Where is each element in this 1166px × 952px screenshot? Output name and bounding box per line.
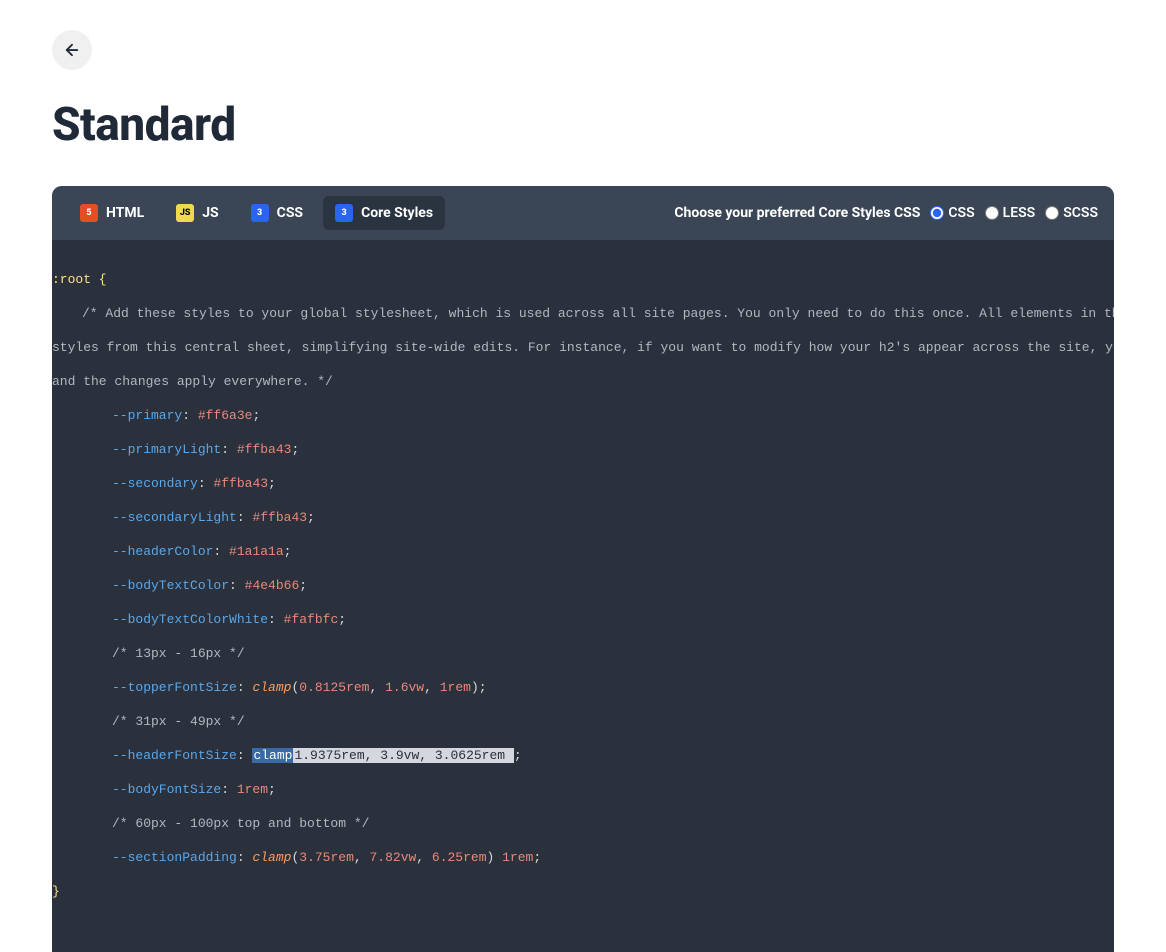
- code-comment: styles from this central sheet, simplify…: [52, 340, 1114, 355]
- code-var: --bodyFontSize: [112, 782, 221, 797]
- code-comment: /* 31px - 49px */: [112, 714, 245, 729]
- code-editor[interactable]: :root { /* Add these styles to your glob…: [52, 240, 1114, 952]
- code-comment: /* Add these styles to your global style…: [82, 306, 1114, 321]
- code-token: :root {: [52, 272, 107, 287]
- code-value: 0.8125rem: [299, 680, 369, 695]
- tab-label: Core Styles: [361, 205, 433, 221]
- tab-html[interactable]: 5 HTML: [68, 196, 156, 230]
- code-func: clamp: [252, 850, 291, 865]
- arrow-left-icon: [63, 41, 81, 59]
- format-picker-label: Choose your preferred Core Styles CSS: [674, 205, 920, 221]
- selection-highlight: clamp: [252, 748, 293, 763]
- code-panel: 5 HTML JS JS 3 CSS 3 Core Styles Choos: [52, 186, 1114, 952]
- code-var: --primary: [112, 408, 182, 423]
- code-token: }: [52, 884, 60, 899]
- html5-icon: 5: [80, 204, 98, 222]
- format-option-less[interactable]: LESS: [985, 205, 1036, 221]
- back-button[interactable]: [52, 30, 92, 70]
- format-option-label: CSS: [948, 205, 974, 221]
- tab-core-styles[interactable]: 3 Core Styles: [323, 196, 445, 230]
- code-value: #ffba43: [252, 510, 307, 525]
- format-option-css[interactable]: CSS: [930, 205, 974, 221]
- code-var: --secondary: [112, 476, 198, 491]
- page-title: Standard: [52, 98, 1114, 152]
- code-value: #1a1a1a: [229, 544, 284, 559]
- tab-js[interactable]: JS JS: [164, 196, 230, 230]
- code-comment: /* 60px - 100px top and bottom */: [112, 816, 369, 831]
- code-value: #ff6a3e: [198, 408, 253, 423]
- code-value: 7.82vw: [369, 850, 416, 865]
- tab-label: JS: [202, 205, 218, 221]
- code-value: #fafbfc: [284, 612, 339, 627]
- code-value: 6.25rem: [432, 850, 487, 865]
- code-value: 1rem: [237, 782, 268, 797]
- code-var: --secondaryLight: [112, 510, 237, 525]
- format-option-label: SCSS: [1063, 205, 1098, 221]
- radio-css[interactable]: [930, 206, 944, 220]
- code-value: #4e4b66: [245, 578, 300, 593]
- code-value: 1.6vw: [385, 680, 424, 695]
- code-value: 1rem: [440, 680, 471, 695]
- code-var: --sectionPadding: [112, 850, 237, 865]
- code-value: #ffba43: [213, 476, 268, 491]
- code-value: 1rem: [502, 850, 533, 865]
- radio-scss[interactable]: [1045, 206, 1059, 220]
- format-option-scss[interactable]: SCSS: [1045, 205, 1098, 221]
- code-var: --headerFontSize: [112, 748, 237, 763]
- code-var: --bodyTextColorWhite: [112, 612, 268, 627]
- tab-css[interactable]: 3 CSS: [239, 196, 315, 230]
- tab-label: HTML: [106, 205, 144, 221]
- selection-highlight: 1.9375rem, 3.9vw, 3.0625rem: [293, 748, 513, 763]
- tab-bar: 5 HTML JS JS 3 CSS 3 Core Styles: [68, 196, 445, 230]
- code-func: clamp: [252, 680, 291, 695]
- panel-header: 5 HTML JS JS 3 CSS 3 Core Styles Choos: [52, 186, 1114, 240]
- code-var: --headerColor: [112, 544, 213, 559]
- code-var: --primaryLight: [112, 442, 221, 457]
- code-value: #ffba43: [237, 442, 292, 457]
- code-comment: and the changes apply everywhere. */: [52, 374, 333, 389]
- css3-icon: 3: [335, 204, 353, 222]
- format-option-label: LESS: [1003, 205, 1036, 221]
- code-comment: /* 13px - 16px */: [112, 646, 245, 661]
- code-value: 3.75rem: [299, 850, 354, 865]
- js-icon: JS: [176, 204, 194, 222]
- code-var: --bodyTextColor: [112, 578, 229, 593]
- css3-icon: 3: [251, 204, 269, 222]
- code-var: --topperFontSize: [112, 680, 237, 695]
- format-picker: Choose your preferred Core Styles CSS CS…: [674, 205, 1098, 221]
- tab-label: CSS: [277, 205, 303, 221]
- radio-less[interactable]: [985, 206, 999, 220]
